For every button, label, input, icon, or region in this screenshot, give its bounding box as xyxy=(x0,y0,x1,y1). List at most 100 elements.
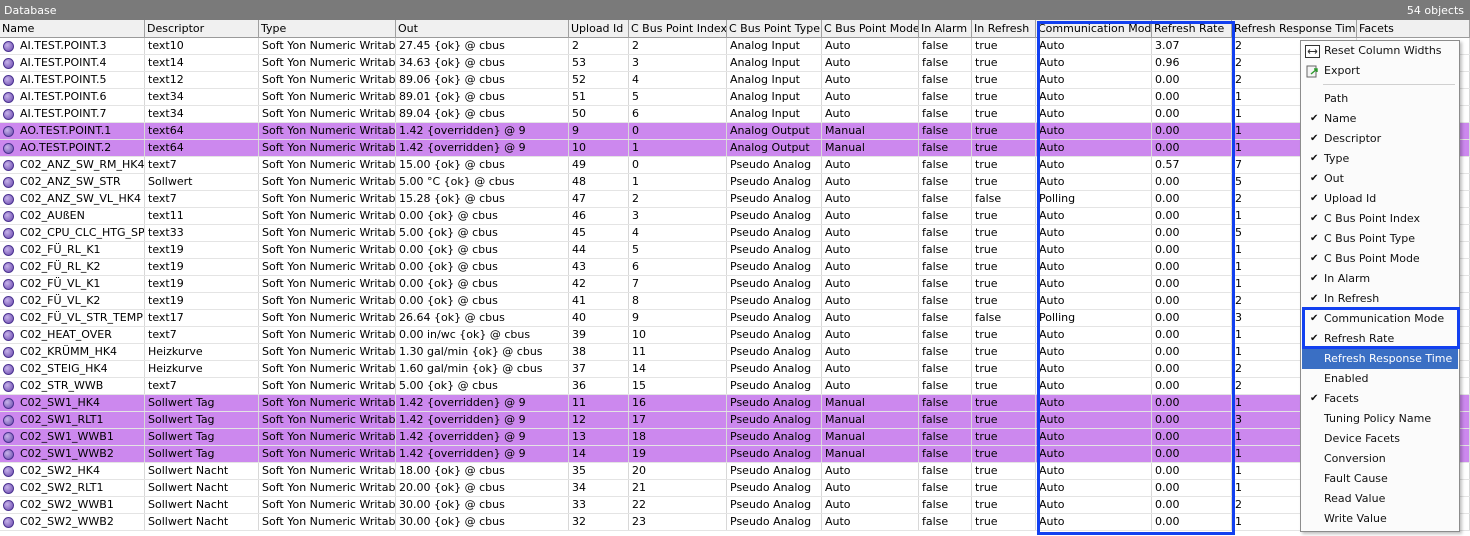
table-row[interactable]: C02_ANZ_SW_VL_HK4 text7 Soft Yon Numeric W… xyxy=(0,191,1470,208)
table-row[interactable]: C02_FÜ_VL_STR_TEMP text17 Soft Yon Numeric… xyxy=(0,310,1470,327)
table-row[interactable]: AO.TEST.POINT.2 text64 Soft Yon Numeric Wr… xyxy=(0,140,1470,157)
point-name: C02_SW2_WWB2 xyxy=(20,515,114,528)
menu-item-descriptor[interactable]: ✔ Descriptor xyxy=(1302,129,1458,149)
cell-refresh-rate: 0.00 xyxy=(1152,293,1232,309)
menu-item-conversion[interactable]: Conversion xyxy=(1302,449,1458,469)
menu-item-in-alarm[interactable]: ✔ In Alarm xyxy=(1302,269,1458,289)
menu-item-write-value[interactable]: Write Value xyxy=(1302,509,1458,529)
col-header-name[interactable]: Name xyxy=(0,20,145,38)
col-header-type[interactable]: Type xyxy=(259,20,396,38)
menu-item-enabled[interactable]: Enabled xyxy=(1302,369,1458,389)
table-row[interactable]: C02_SW2_RLT1 Sollwert Nacht Soft Yon Numer… xyxy=(0,480,1470,497)
menu-item-device-facets[interactable]: Device Facets xyxy=(1302,429,1458,449)
table-row[interactable]: AI.TEST.POINT.4 text14 Soft Yon Numeric Wr… xyxy=(0,55,1470,72)
menu-item-refresh-response-time[interactable]: Refresh Response Time xyxy=(1302,349,1458,369)
col-header-descriptor[interactable]: Descriptor xyxy=(145,20,259,38)
col-header-facets[interactable]: Facets xyxy=(1357,20,1470,38)
menu-item-refresh-rate[interactable]: ✔ Refresh Rate xyxy=(1302,329,1458,349)
cell-descriptor: text33 xyxy=(145,225,259,241)
cell-out: 5.00 °C {ok} @ cbus xyxy=(396,174,569,190)
table-row[interactable]: AI.TEST.POINT.3 text10 Soft Yon Numeric Wr… xyxy=(0,38,1470,55)
col-header-cbus-point-index[interactable]: C Bus Point Index xyxy=(629,20,727,38)
cell-upload-id: 41 xyxy=(569,293,629,309)
table-row[interactable]: C02_ANZ_SW_RM_HK4 text7 Soft Yon Numeric W… xyxy=(0,157,1470,174)
cell-name: C02_ANZ_SW_STR xyxy=(0,174,145,190)
table-row[interactable]: C02_FÜ_RL_K1 text19 Soft Yon Numeric Writa… xyxy=(0,242,1470,259)
menu-item-facets[interactable]: ✔ Facets xyxy=(1302,389,1458,409)
point-status-icon xyxy=(3,516,14,528)
cell-communication-mode: Auto xyxy=(1036,106,1152,122)
menu-item-tuning-policy-name[interactable]: Tuning Policy Name xyxy=(1302,409,1458,429)
table-row[interactable]: C02_SW2_HK4 Sollwert Nacht Soft Yon Numeri… xyxy=(0,463,1470,480)
cell-descriptor: Sollwert Nacht xyxy=(145,497,259,513)
col-header-refresh-rate[interactable]: Refresh Rate xyxy=(1152,20,1232,38)
table-row[interactable]: C02_AUßEN text11 Soft Yon Numeric Writable… xyxy=(0,208,1470,225)
table-row[interactable]: C02_HEAT_OVER text7 Soft Yon Numeric Writa… xyxy=(0,327,1470,344)
point-status-icon xyxy=(3,91,14,103)
table-row[interactable]: AI.TEST.POINT.6 text34 Soft Yon Numeric Wr… xyxy=(0,89,1470,106)
cell-upload-id: 46 xyxy=(569,208,629,224)
cell-refresh-rate: 0.00 xyxy=(1152,463,1232,479)
menu-item-c-bus-point-mode[interactable]: ✔ C Bus Point Mode xyxy=(1302,249,1458,269)
menu-item-communication-mode[interactable]: ✔ Communication Mode xyxy=(1302,309,1458,329)
table-row[interactable]: C02_FÜ_RL_K2 text19 Soft Yon Numeric Writa… xyxy=(0,259,1470,276)
table-row[interactable]: AO.TEST.POINT.1 text64 Soft Yon Numeric Wr… xyxy=(0,123,1470,140)
cell-upload-id: 52 xyxy=(569,72,629,88)
menu-item-name[interactable]: ✔ Name xyxy=(1302,109,1458,129)
col-header-cbus-point-type[interactable]: C Bus Point Type xyxy=(727,20,822,38)
menu-item-label: Write Value xyxy=(1324,512,1387,525)
cell-cbus-point-mode: Auto xyxy=(822,259,919,275)
col-header-refresh-response-time[interactable]: Refresh Response Time xyxy=(1232,20,1357,38)
cell-cbus-point-type: Pseudo Analog xyxy=(727,463,822,479)
cell-in-refresh: true xyxy=(972,140,1036,156)
table-row[interactable]: AI.TEST.POINT.7 text34 Soft Yon Numeric Wr… xyxy=(0,106,1470,123)
cell-upload-id: 10 xyxy=(569,140,629,156)
cell-cbus-point-index: 8 xyxy=(629,293,727,309)
col-header-in-alarm[interactable]: In Alarm xyxy=(919,20,972,38)
col-header-communication-mode[interactable]: Communication Mode xyxy=(1036,20,1152,38)
col-header-out[interactable]: Out xyxy=(396,20,569,38)
cell-in-alarm: false xyxy=(919,361,972,377)
menu-item-out[interactable]: ✔ Out xyxy=(1302,169,1458,189)
menu-item-fault-cause[interactable]: Fault Cause xyxy=(1302,469,1458,489)
table-row[interactable]: AI.TEST.POINT.5 text12 Soft Yon Numeric Wr… xyxy=(0,72,1470,89)
cell-cbus-point-type: Pseudo Analog xyxy=(727,395,822,411)
cell-in-alarm: false xyxy=(919,310,972,326)
menu-item-reset-column-widths[interactable]: Reset Column Widths xyxy=(1302,41,1458,61)
cell-refresh-rate: 0.00 xyxy=(1152,89,1232,105)
table-row[interactable]: C02_STEIG_HK4 Heizkurve Soft Yon Numeric W… xyxy=(0,361,1470,378)
table-row[interactable]: C02_SW2_WWB2 Sollwert Nacht Soft Yon Numer… xyxy=(0,514,1470,531)
table-row[interactable]: C02_SW2_WWB1 Sollwert Nacht Soft Yon Numer… xyxy=(0,497,1470,514)
menu-item-c-bus-point-type[interactable]: ✔ C Bus Point Type xyxy=(1302,229,1458,249)
table-row[interactable]: C02_SW1_HK4 Sollwert Tag Soft Yon Numeric … xyxy=(0,395,1470,412)
point-status-icon xyxy=(3,482,14,494)
menu-item-c-bus-point-index[interactable]: ✔ C Bus Point Index xyxy=(1302,209,1458,229)
table-row[interactable]: C02_SW1_RLT1 Sollwert Tag Soft Yon Numeric… xyxy=(0,412,1470,429)
table-row[interactable]: C02_ANZ_SW_STR Sollwert Soft Yon Numeric W… xyxy=(0,174,1470,191)
menu-item-in-refresh[interactable]: ✔ In Refresh xyxy=(1302,289,1458,309)
cell-refresh-rate: 0.00 xyxy=(1152,446,1232,462)
menu-item-export[interactable]: Export xyxy=(1302,61,1458,81)
col-header-upload-id[interactable]: Upload Id xyxy=(569,20,629,38)
cell-cbus-point-mode: Auto xyxy=(822,72,919,88)
table-row[interactable]: C02_FÜ_VL_K1 text19 Soft Yon Numeric Writa… xyxy=(0,276,1470,293)
table-row[interactable]: C02_SW1_WWB1 Sollwert Tag Soft Yon Numeric… xyxy=(0,429,1470,446)
menu-item-read-value[interactable]: Read Value xyxy=(1302,489,1458,509)
menu-item-upload-id[interactable]: ✔ Upload Id xyxy=(1302,189,1458,209)
cell-out: 1.42 {overridden} @ 9 xyxy=(396,412,569,428)
table-row[interactable]: C02_CPU_CLC_HTG_SP text33 Soft Yon Numeric… xyxy=(0,225,1470,242)
col-header-in-refresh[interactable]: In Refresh xyxy=(972,20,1036,38)
cell-cbus-point-index: 3 xyxy=(629,208,727,224)
menu-item-path[interactable]: Path xyxy=(1302,89,1458,109)
col-header-cbus-point-mode[interactable]: C Bus Point Mode xyxy=(822,20,919,38)
cell-cbus-point-index: 10 xyxy=(629,327,727,343)
table-row[interactable]: C02_SW1_WWB2 Sollwert Tag Soft Yon Numeric… xyxy=(0,446,1470,463)
cell-refresh-rate: 3.07 xyxy=(1152,38,1232,54)
table-row[interactable]: C02_KRÜMM_HK4 Heizkurve Soft Yon Numeric W… xyxy=(0,344,1470,361)
menu-item-type[interactable]: ✔ Type xyxy=(1302,149,1458,169)
table-row[interactable]: C02_FÜ_VL_K2 text19 Soft Yon Numeric Writa… xyxy=(0,293,1470,310)
cell-cbus-point-type: Pseudo Analog xyxy=(727,293,822,309)
cell-out: 27.45 {ok} @ cbus xyxy=(396,38,569,54)
menu-item-label: In Alarm xyxy=(1324,272,1371,285)
table-row[interactable]: C02_STR_WWB text7 Soft Yon Numeric Writabl… xyxy=(0,378,1470,395)
